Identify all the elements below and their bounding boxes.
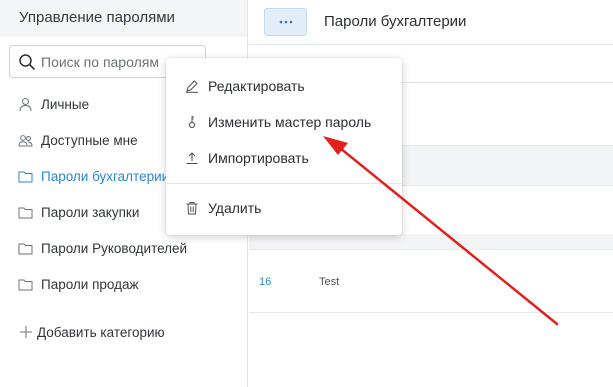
more-options-button[interactable] xyxy=(264,8,307,36)
menu-item-edit[interactable]: Редактировать xyxy=(166,72,402,100)
menu-item-change-master-password[interactable]: Изменить мастер пароль xyxy=(166,108,402,136)
add-category-label: Добавить категорию xyxy=(37,324,165,340)
page-title: Пароли бухгалтерии xyxy=(324,13,467,30)
folder-icon xyxy=(18,207,33,218)
key-icon xyxy=(188,116,196,129)
folder-icon xyxy=(18,243,33,254)
row-name[interactable]: Test xyxy=(319,276,339,288)
search-icon xyxy=(19,54,35,70)
sidebar-item-label: Пароли продаж xyxy=(41,276,139,292)
sidebar-item-management[interactable]: Пароли Руководителей xyxy=(18,238,187,258)
sidebar-item-procurement[interactable]: Пароли закупки xyxy=(18,202,139,222)
menu-item-label: Удалить xyxy=(208,200,262,216)
sidebar-item-label: Пароли бухгалтерии xyxy=(41,168,170,184)
sidebar-item-personal[interactable]: Личные xyxy=(18,94,89,114)
divider xyxy=(249,312,613,313)
sidebar-item-label: Пароли Руководителей xyxy=(41,240,188,256)
plus-icon xyxy=(20,326,32,338)
menu-item-label: Импортировать xyxy=(208,150,309,166)
sidebar-title: Управление паролями xyxy=(0,0,247,37)
menu-item-delete[interactable]: Удалить xyxy=(166,194,402,222)
menu-divider xyxy=(166,183,402,184)
folder-icon xyxy=(18,279,33,290)
folder-icon xyxy=(18,171,33,182)
row-number[interactable]: 16 xyxy=(259,276,271,288)
person-icon xyxy=(19,97,32,111)
pencil-icon xyxy=(186,80,198,93)
sidebar-item-label: Пароли закупки xyxy=(41,204,140,220)
upload-icon xyxy=(186,152,198,164)
sidebar-item-shared[interactable]: Доступные мне xyxy=(18,130,138,150)
divider xyxy=(249,249,613,250)
sidebar-item-sales[interactable]: Пароли продаж xyxy=(18,274,139,294)
more-dots-icon xyxy=(279,20,292,24)
table-section-band xyxy=(249,234,613,250)
divider xyxy=(249,44,613,45)
menu-item-label: Редактировать xyxy=(208,78,305,94)
people-icon xyxy=(18,134,33,146)
add-category-button[interactable]: Добавить категорию xyxy=(19,322,165,342)
menu-item-import[interactable]: Импортировать xyxy=(166,144,402,172)
context-menu: Редактировать Изменить мастер пароль Имп… xyxy=(166,58,402,235)
sidebar-item-accounting[interactable]: Пароли бухгалтерии xyxy=(18,166,169,186)
sidebar-item-label: Личные xyxy=(41,96,90,112)
sidebar-item-label: Доступные мне xyxy=(41,132,138,148)
menu-item-label: Изменить мастер пароль xyxy=(208,114,372,130)
trash-icon xyxy=(186,202,198,215)
